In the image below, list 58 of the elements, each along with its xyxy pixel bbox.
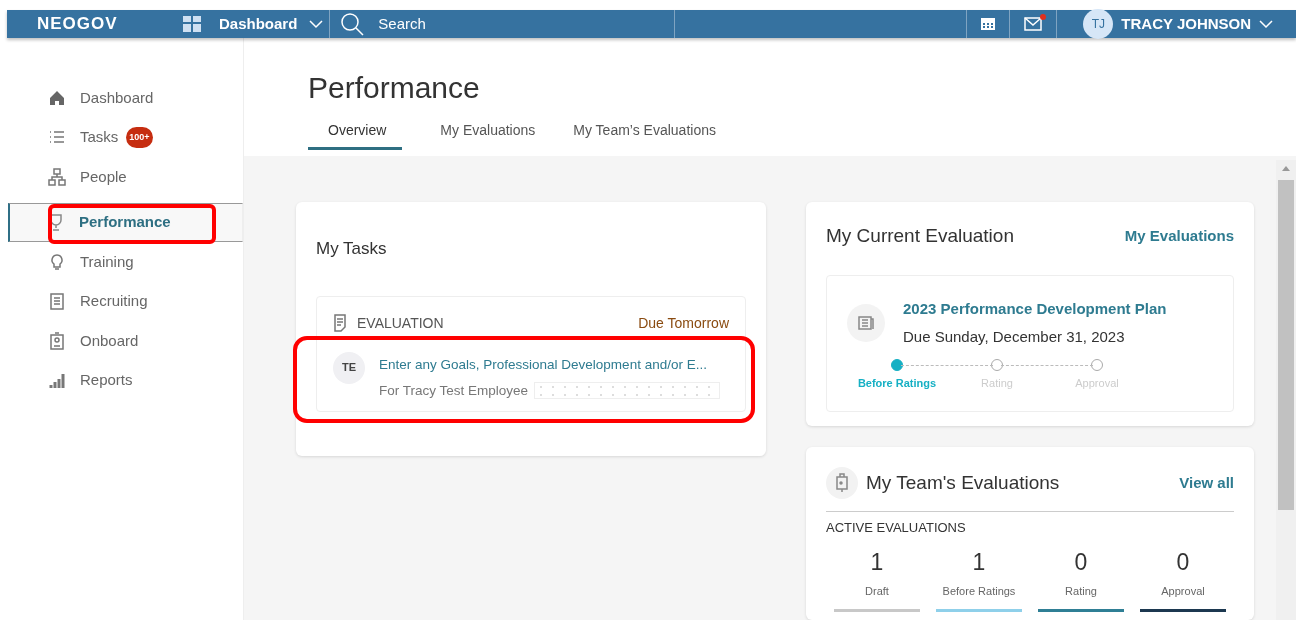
document-icon bbox=[48, 292, 66, 311]
sidebar-item[interactable]: Tasks 100+ bbox=[0, 117, 243, 157]
caret-icon bbox=[309, 19, 324, 29]
sidebar-item[interactable]: Performance bbox=[8, 202, 243, 242]
tab[interactable]: My Evaluations bbox=[440, 116, 536, 150]
section-heading: ACTIVE EVALUATIONS bbox=[826, 519, 967, 537]
stat-value: 0 bbox=[1074, 549, 1088, 575]
task-type: EVALUATION bbox=[357, 313, 444, 333]
count-badge: 100+ bbox=[126, 126, 153, 148]
document-icon bbox=[333, 314, 347, 332]
plan-due-date: Due Sunday, December 31, 2023 bbox=[903, 327, 1126, 347]
plan-link[interactable]: 2023 Performance Development Plan bbox=[903, 297, 1167, 320]
bar-chart-icon bbox=[48, 371, 66, 390]
sidebar-item[interactable]: Reports bbox=[0, 360, 243, 400]
task-link[interactable]: Enter any Goals, Professional Development and/or E... bbox=[379, 354, 707, 375]
module-menu[interactable]: Dashboard bbox=[219, 12, 298, 36]
clipboard-icon bbox=[835, 473, 849, 493]
id-badge-icon bbox=[48, 331, 66, 350]
mail-icon bbox=[1024, 17, 1043, 31]
sidebar-item[interactable]: Dashboard bbox=[0, 78, 243, 118]
page-title: Performance bbox=[308, 70, 481, 106]
card-title: My Tasks bbox=[316, 239, 387, 258]
logo[interactable]: NEOGOV bbox=[37, 11, 182, 37]
stat-value: 1 bbox=[972, 549, 986, 575]
stat-label: Approval bbox=[1161, 583, 1205, 599]
sidebar-item[interactable]: People bbox=[0, 157, 243, 197]
scrollbar[interactable] bbox=[1276, 160, 1296, 620]
due-date: Due Tomorrow bbox=[638, 313, 729, 333]
task-subtitle: For Tracy Test Employee bbox=[379, 381, 529, 400]
tab[interactable]: My Team’s Evaluations bbox=[573, 116, 716, 150]
view-all-link[interactable]: View all bbox=[1179, 471, 1234, 495]
lightbulb-icon bbox=[48, 252, 66, 271]
document-icon bbox=[858, 315, 874, 330]
user-name[interactable]: TRACY JOHNSON bbox=[1121, 12, 1252, 36]
sidebar-item[interactable]: Recruiting bbox=[0, 281, 243, 321]
step-label: Before Ratings bbox=[857, 375, 937, 391]
scroll-up-icon bbox=[1282, 165, 1290, 171]
stat-label: Draft bbox=[865, 583, 889, 599]
caret-icon bbox=[1259, 19, 1274, 29]
card-title: My Current Evaluation bbox=[826, 224, 1014, 248]
calendar-icon bbox=[980, 17, 997, 31]
stat-label: Before Ratings bbox=[942, 583, 1016, 599]
search-field[interactable]: Search bbox=[376, 11, 497, 37]
hierarchy-icon bbox=[48, 167, 66, 186]
sidebar-item[interactable]: Onboard bbox=[0, 321, 243, 361]
home-icon bbox=[48, 88, 66, 107]
stat-value: 0 bbox=[1176, 549, 1190, 575]
scrollbar-thumb[interactable] bbox=[1278, 180, 1294, 510]
card-title: My Team's Evaluations bbox=[866, 470, 1060, 495]
tab[interactable]: Overview bbox=[308, 116, 403, 150]
evaluations-link[interactable]: My Evaluations bbox=[1124, 225, 1234, 248]
stat-label: Rating bbox=[1065, 583, 1097, 599]
sidebar-item[interactable]: Training bbox=[0, 242, 243, 282]
user-avatar[interactable]: TJ bbox=[1083, 9, 1114, 39]
stat-value: 1 bbox=[870, 549, 884, 575]
grid-icon bbox=[182, 15, 202, 33]
initials-avatar: TE bbox=[333, 351, 365, 384]
search-icon bbox=[340, 12, 365, 36]
